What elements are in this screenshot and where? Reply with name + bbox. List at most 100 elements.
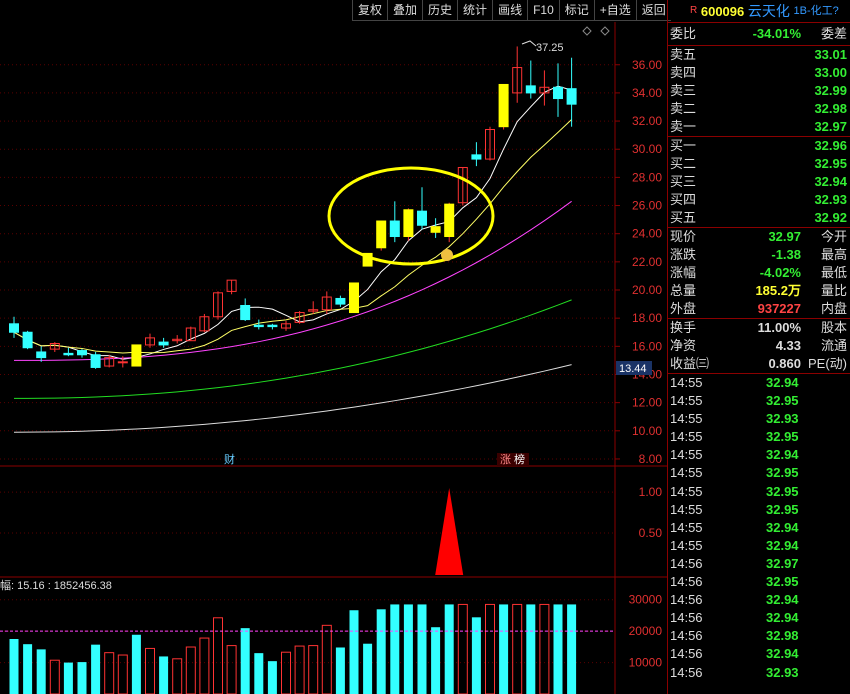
- bid-level-value: 32.94: [814, 174, 847, 189]
- toolbar-button-0[interactable]: 复权: [352, 0, 388, 21]
- stat-value: 11.00%: [757, 320, 801, 335]
- volume-bar: [63, 662, 73, 694]
- y-tick-label: 36.00: [632, 58, 662, 72]
- volume-bar: [240, 628, 250, 694]
- candle-body: [444, 203, 455, 238]
- stat-label: 收益㈢: [670, 356, 710, 371]
- ask-level-row: 卖五 33.01: [668, 46, 850, 64]
- stat-label2: 今开: [820, 229, 847, 244]
- candle-body: [9, 323, 19, 333]
- stat-value: -1.38: [771, 247, 801, 262]
- tick-row: 14:55 32.95: [668, 501, 850, 519]
- tick-list[interactable]: 14:55 32.94 14:55 32.95 14:55 32.93 14:55 32.95…: [668, 374, 850, 682]
- tick-price: 32.95: [766, 429, 799, 445]
- volume-bar: [49, 659, 60, 694]
- volume-bar: [349, 610, 359, 694]
- tick-price: 32.94: [766, 375, 799, 390]
- tick-price: 32.97: [766, 555, 799, 571]
- limit-list-marker: 榜: [514, 452, 525, 466]
- ask-level-value: 32.99: [814, 83, 847, 98]
- ma10-line: [13, 119, 572, 354]
- kline-chart-area[interactable]: 36.00 34.00 32.00 30.00 28.00 26.00 24.00 22.00…: [0, 22, 667, 694]
- tick-row: 14:55 32.94: [668, 537, 850, 555]
- volume-bar: [526, 604, 536, 694]
- stat-value: 4.33: [775, 338, 801, 353]
- quote-panel: R 600096 云天化 1B-化工? 委比 -34.01% 委差 卖五 33.0…: [667, 0, 850, 694]
- candle-body: [553, 86, 563, 100]
- stat-row: 外盘 937227 内盘: [668, 300, 850, 318]
- toolbar-button-7[interactable]: +自选: [593, 0, 636, 21]
- volume-bar: [145, 647, 155, 694]
- toolbar-button-4[interactable]: 画线: [492, 0, 528, 21]
- stock-code: 600096: [700, 4, 745, 19]
- tick-row: 14:56 32.94: [668, 609, 850, 627]
- finance-marker: 财: [224, 452, 235, 466]
- diamond-icon: [582, 26, 592, 36]
- stat-label2: 流通: [820, 338, 847, 353]
- y-tick-label: 18.00: [632, 311, 662, 325]
- bid-list: 买一 32.96 买二 32.95 买三 32.94 买四 32.93 买五 32.92: [668, 137, 850, 228]
- y-tick-label: 26.00: [632, 199, 662, 213]
- tick-price: 32.95: [766, 393, 799, 409]
- candle-body: [430, 226, 441, 233]
- volume-bar: [457, 603, 468, 694]
- stat-label: 外盘: [670, 301, 697, 316]
- volume-bar: [335, 647, 345, 694]
- tick-time: 14:55: [670, 375, 703, 390]
- toolbar-button-5[interactable]: F10: [527, 0, 559, 21]
- stock-tag[interactable]: 1B-化工?: [794, 5, 839, 17]
- tick-price: 32.98: [766, 628, 799, 644]
- volume-bar: [23, 644, 33, 694]
- y-tick-label: 0.50: [639, 526, 663, 540]
- candle-body: [498, 83, 509, 128]
- toolbar-button-2[interactable]: 历史: [422, 0, 458, 21]
- ask-level-label: 卖五: [670, 47, 697, 62]
- high-price-pointer: [521, 40, 537, 47]
- current-price-label: 13.44: [619, 363, 647, 375]
- y-tick-label: 10.00: [632, 424, 662, 438]
- tick-row: 14:55 32.95: [668, 464, 850, 482]
- y-tick-label: 20.00: [632, 283, 662, 297]
- volume-bar: [199, 637, 210, 694]
- volume-bar: [213, 617, 223, 694]
- tick-price: 32.95: [766, 501, 799, 517]
- volume-bar: [172, 658, 183, 694]
- tick-time: 14:55: [670, 483, 703, 499]
- toolbar-button-3[interactable]: 统计: [457, 0, 493, 21]
- volume-bar: [485, 603, 495, 694]
- volume-bar: [226, 645, 237, 694]
- toolbar-button-8[interactable]: 返回: [635, 0, 671, 21]
- stat-value: -4.02%: [759, 265, 801, 280]
- ask-level-label: 卖三: [670, 83, 697, 98]
- tick-time: 14:55: [670, 501, 703, 517]
- candle-body: [471, 154, 482, 160]
- tick-time: 14:56: [670, 664, 703, 680]
- stat-row: 收益㈢ 0.860 PE(动): [668, 355, 850, 373]
- ask-level-row: 卖三 32.99: [668, 82, 850, 100]
- toolbar-button-6[interactable]: 标记: [558, 0, 594, 21]
- volume-bar: [390, 604, 400, 694]
- tick-row: 14:56 32.94: [668, 591, 850, 609]
- ask-level-value: 33.00: [814, 65, 847, 80]
- candle-body: [158, 341, 169, 346]
- bid-level-label: 买四: [670, 192, 697, 207]
- stat-value: 937227: [757, 301, 801, 316]
- candle-body: [90, 354, 101, 368]
- bid-level-row: 买二 32.95: [668, 155, 850, 173]
- volume-bar: [131, 634, 141, 694]
- tick-time: 14:55: [670, 465, 703, 481]
- stat-row: 总量 185.2万 量比: [668, 282, 850, 300]
- stat-label: 涨幅: [670, 265, 697, 280]
- y-tick-label: 28.00: [632, 170, 662, 184]
- ask-level-label: 卖四: [670, 65, 697, 80]
- stat-value: 0.860: [768, 356, 801, 371]
- candle-body: [417, 210, 427, 226]
- volume-bar: [321, 624, 332, 694]
- tick-row: 14:55 32.95: [668, 392, 850, 410]
- stat-label2: 最低: [820, 265, 847, 280]
- ask-level-value: 32.98: [814, 101, 847, 116]
- y-tick-label: 22.00: [632, 255, 662, 269]
- tick-time: 14:56: [670, 646, 703, 662]
- toolbar-button-1[interactable]: 叠加: [387, 0, 423, 21]
- diamond-icon: [600, 26, 610, 36]
